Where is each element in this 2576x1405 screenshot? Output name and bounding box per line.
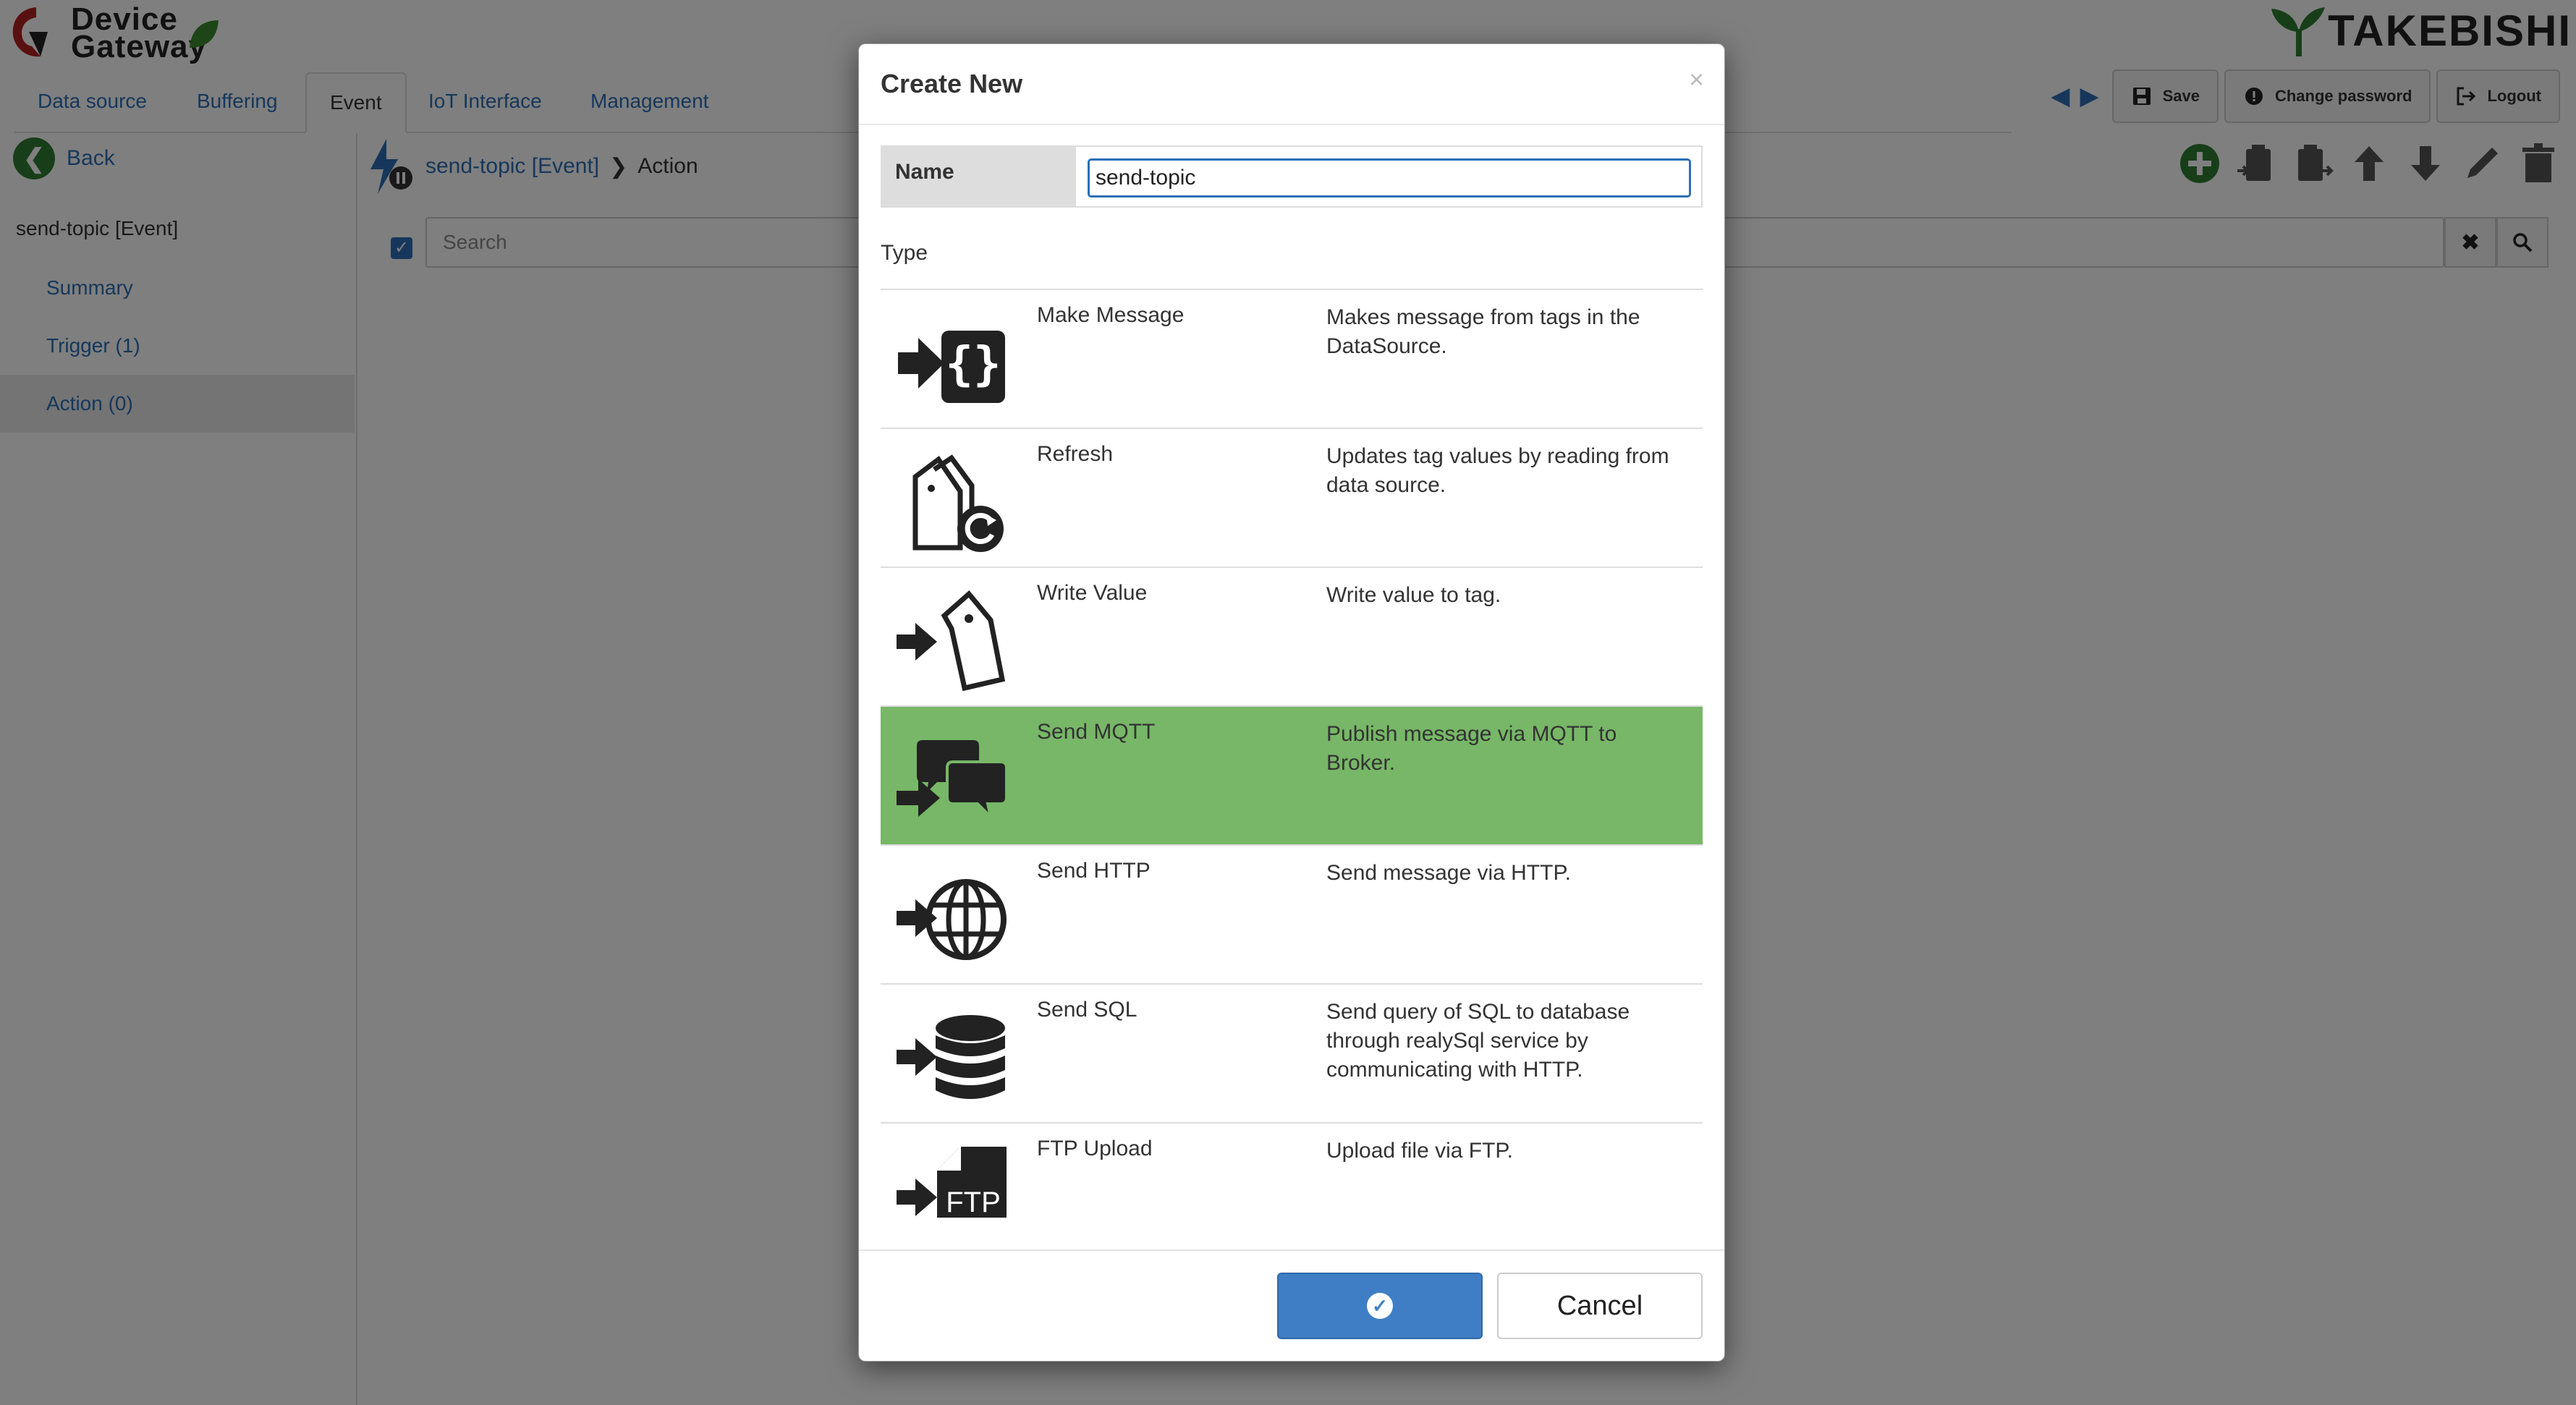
type-description: Write value to tag. [1326,583,1501,607]
type-description: Upload file via FTP. [1326,1139,1513,1163]
type-description: Send message via HTTP. [1326,861,1571,885]
type-list: {} Make Message Makes message from tags … [881,289,1703,1248]
cancel-button[interactable]: Cancel [1497,1273,1703,1339]
type-label: Type [881,241,928,265]
send-sql-icon [894,1003,1009,1112]
check-circle-icon: ✓ [1367,1293,1393,1319]
send-http-icon [894,865,1009,973]
name-input[interactable]: send-topic [1088,158,1691,198]
type-name: Refresh [1037,442,1114,466]
dialog-title: Create New [881,69,1023,98]
type-description: Send query of SQL to database through re… [1326,1000,1630,1082]
create-new-dialog: Create New × Name send-topic Type {} Mak… [858,43,1725,1362]
type-row-make-message[interactable]: {} Make Message Makes message from tags … [881,290,1703,429]
type-name: Send SQL [1037,998,1137,1022]
type-row-write-value[interactable]: Write Value Write value to tag. [881,568,1703,707]
refresh-tags-icon [894,448,1009,556]
type-name: Write Value [1037,581,1148,605]
type-row-refresh[interactable]: Refresh Updates tag values by reading fr… [881,429,1703,568]
svg-text:{}: {} [945,338,1001,391]
type-name: FTP Upload [1037,1137,1153,1160]
type-description: Makes message from tags in the DataSourc… [1326,305,1640,358]
name-label: Name [882,147,1076,206]
dialog-footer: ✓ Cancel [859,1249,1724,1361]
close-icon[interactable]: × [1689,64,1704,95]
write-value-icon [894,587,1009,695]
type-row-send-http[interactable]: Send HTTP Send message via HTTP. [881,846,1703,985]
dialog-header: Create New × [859,44,1724,125]
make-message-icon: {} [894,309,1009,417]
ok-button[interactable]: ✓ [1277,1273,1483,1339]
type-row-send-mqtt[interactable]: Send MQTT Publish message via MQTT to Br… [881,707,1703,846]
name-row: Name send-topic [881,145,1703,208]
type-row-ftp-upload[interactable]: FTP FTP Upload Upload file via FTP. [881,1124,1703,1248]
type-name: Send MQTT [1037,720,1156,744]
send-mqtt-icon [894,726,1009,834]
type-description: Updates tag values by reading from data … [1326,444,1669,497]
svg-text:FTP: FTP [946,1187,1001,1218]
type-description: Publish message via MQTT to Broker. [1326,722,1617,775]
type-name: Send HTTP [1037,859,1151,883]
type-row-send-sql[interactable]: Send SQL Send query of SQL to database t… [881,985,1703,1124]
type-name: Make Message [1037,303,1185,327]
ftp-upload-icon: FTP [894,1142,1009,1248]
